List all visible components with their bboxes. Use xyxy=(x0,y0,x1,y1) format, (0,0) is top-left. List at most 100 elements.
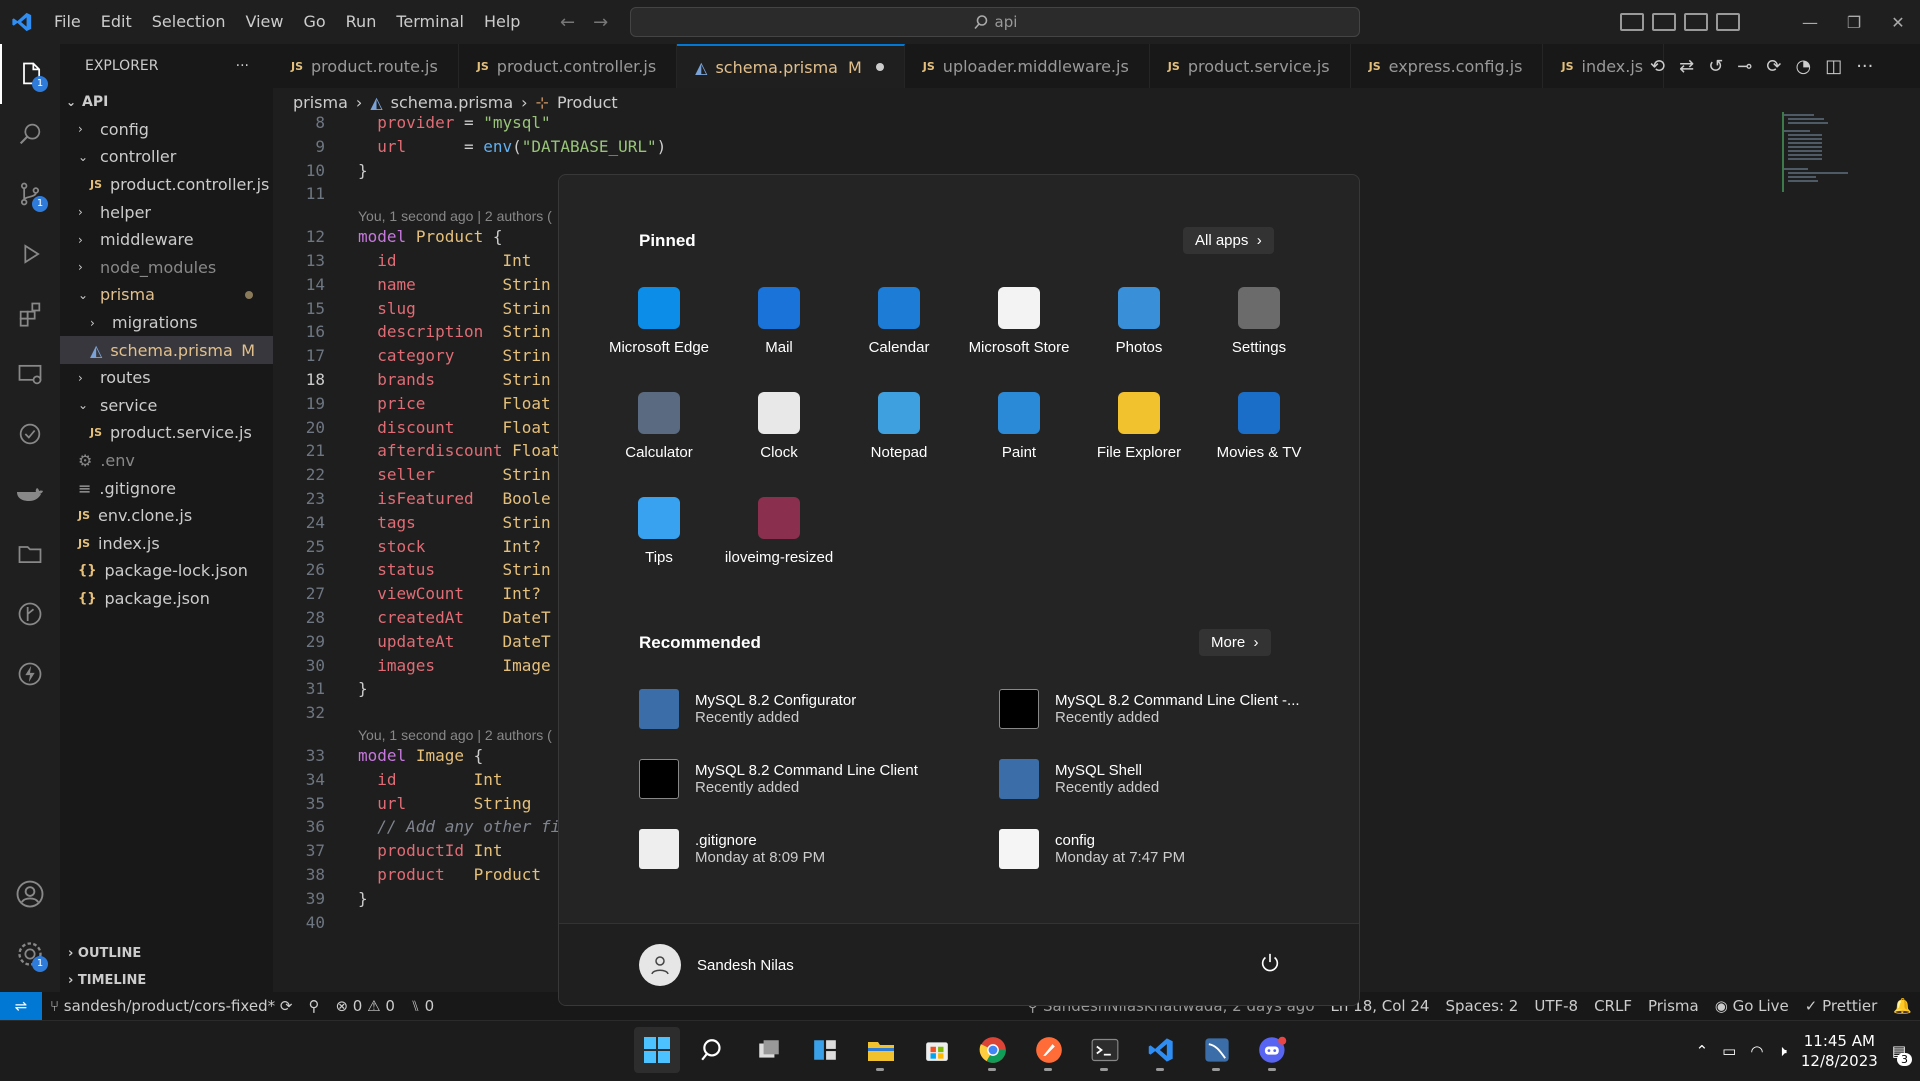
menu-item-file[interactable]: File xyxy=(44,0,91,44)
run-debug-icon[interactable] xyxy=(0,224,60,284)
minimap[interactable] xyxy=(1782,112,1872,192)
minimize-icon[interactable]: — xyxy=(1788,13,1832,32)
volume-muted-icon[interactable]: 🕨 xyxy=(1777,1042,1786,1060)
maximize-icon[interactable]: ❐ xyxy=(1832,13,1876,32)
pinned-app[interactable]: Clock xyxy=(719,392,839,461)
split-editor-icon[interactable]: ◫ xyxy=(1825,56,1842,77)
timeline-section[interactable]: › TIMELINE xyxy=(60,967,273,994)
manage-gear-icon[interactable]: 1 xyxy=(0,924,60,984)
toggle-primary-sidebar-icon[interactable] xyxy=(1620,13,1644,31)
tree-file[interactable]: JS index.js xyxy=(60,530,273,558)
prettier-status[interactable]: ✓ Prettier xyxy=(1797,997,1886,1015)
pinned-app[interactable]: Microsoft Store xyxy=(959,287,1079,356)
tab-index-js[interactable]: JS index.js xyxy=(1543,44,1665,88)
extensions-icon[interactable] xyxy=(0,284,60,344)
breadcrumb-item[interactable]: prisma xyxy=(293,93,348,112)
toggle-panel-icon[interactable] xyxy=(1652,13,1676,31)
pinned-app[interactable]: Calculator xyxy=(599,392,719,461)
tree-file[interactable]: ⚙ .env xyxy=(60,447,273,475)
menu-item-selection[interactable]: Selection xyxy=(142,0,236,44)
code-lens-blame[interactable]: You, 1 second ago | 2 authors ( xyxy=(358,208,552,224)
tree-folder[interactable]: › config xyxy=(60,116,273,144)
postman-icon[interactable] xyxy=(1026,1027,1072,1073)
unsaved-dot-icon[interactable] xyxy=(875,63,884,71)
explorer-icon[interactable]: 1 xyxy=(0,44,60,104)
recommended-item[interactable]: MySQL Shell Recently added xyxy=(999,759,1159,799)
tab-product-controller-js[interactable]: JS product.controller.js xyxy=(459,44,678,88)
pinned-app[interactable]: Tips xyxy=(599,497,719,566)
menu-item-help[interactable]: Help xyxy=(474,0,530,44)
mysql-workbench-icon[interactable] xyxy=(1194,1027,1240,1073)
tree-folder[interactable]: › migrations xyxy=(60,309,273,337)
menu-item-go[interactable]: Go xyxy=(293,0,335,44)
more-actions-icon[interactable]: ··· xyxy=(236,58,249,74)
accounts-icon[interactable] xyxy=(0,864,60,924)
testing-icon[interactable] xyxy=(0,404,60,464)
menu-item-view[interactable]: View xyxy=(236,0,294,44)
pinned-app[interactable]: Movies & TV xyxy=(1199,392,1319,461)
tab-product-service-js[interactable]: JS product.service.js xyxy=(1150,44,1351,88)
recommended-item[interactable]: MySQL 8.2 Command Line Client Recently ad… xyxy=(639,759,918,799)
menu-item-edit[interactable]: Edit xyxy=(91,0,142,44)
indentation[interactable]: Spaces: 2 xyxy=(1437,997,1526,1015)
pinned-app[interactable]: File Explorer xyxy=(1079,392,1199,461)
wifi-icon[interactable]: ◠ xyxy=(1750,1042,1763,1060)
widgets-icon[interactable] xyxy=(802,1027,848,1073)
tree-file[interactable]: ◭ schema.prisma M xyxy=(60,336,273,364)
tree-file[interactable]: JS env.clone.js xyxy=(60,502,273,530)
tab-product-route-js[interactable]: JS product.route.js xyxy=(273,44,459,88)
terminal-icon[interactable] xyxy=(1082,1027,1128,1073)
pinned-app[interactable]: Mail xyxy=(719,287,839,356)
notifications-bell-icon[interactable]: 🔔 xyxy=(1885,997,1920,1015)
tree-file[interactable]: {} package.json xyxy=(60,585,273,613)
pinned-app[interactable]: iloveimg-resized xyxy=(719,497,839,566)
code-lens-blame[interactable]: You, 1 second ago | 2 authors ( xyxy=(358,727,552,743)
recommended-item[interactable]: config Monday at 7:47 PM xyxy=(999,829,1185,869)
all-apps-button[interactable]: All apps › xyxy=(1183,227,1274,254)
problems-indicator[interactable]: ⊗ 0 ⚠ 0 xyxy=(327,997,402,1015)
notification-center-icon[interactable]: ▤ 3 xyxy=(1892,1042,1912,1066)
recommended-item[interactable]: MySQL 8.2 Configurator Recently added xyxy=(639,689,856,729)
vscode-icon[interactable] xyxy=(1138,1027,1184,1073)
tree-folder[interactable]: › node_modules xyxy=(60,254,273,282)
clock[interactable]: 11:45 AM 12/8/2023 xyxy=(1801,1031,1878,1071)
file-explorer-icon[interactable] xyxy=(858,1027,904,1073)
tab-uploader-middleware-js[interactable]: JS uploader.middleware.js xyxy=(905,44,1150,88)
go-back-change-icon[interactable]: ↺ xyxy=(1708,56,1723,77)
pinned-app[interactable]: Paint xyxy=(959,392,1079,461)
search-icon[interactable] xyxy=(690,1027,736,1073)
remote-indicator-icon[interactable]: ⇌ xyxy=(0,992,42,1020)
debug-status-icon[interactable]: ⚲ xyxy=(300,997,327,1015)
battery-icon[interactable]: ▭ xyxy=(1722,1042,1736,1060)
go-live-button[interactable]: ◉ Go Live xyxy=(1707,997,1797,1015)
chrome-icon[interactable] xyxy=(970,1027,1016,1073)
compare-changes-icon[interactable]: ⇄ xyxy=(1679,56,1694,77)
close-icon[interactable]: ✕ xyxy=(1876,13,1920,32)
tree-folder[interactable]: ⌄ prisma xyxy=(60,281,273,309)
menu-item-terminal[interactable]: Terminal xyxy=(386,0,474,44)
git-lens-icon[interactable]: ◔ xyxy=(1795,56,1811,77)
more-button[interactable]: More › xyxy=(1199,629,1271,656)
forward-arrow-icon[interactable]: → xyxy=(593,12,608,33)
more-actions-icon[interactable]: ··· xyxy=(1856,56,1873,77)
encoding[interactable]: UTF-8 xyxy=(1526,997,1586,1015)
pinned-app[interactable]: Settings xyxy=(1199,287,1319,356)
language-mode[interactable]: Prisma xyxy=(1640,997,1707,1015)
git-branch[interactable]: ⑂ sandesh/product/cors-fixed* ⟳ xyxy=(42,997,300,1015)
chevron-up-icon[interactable]: ⌃ xyxy=(1696,1042,1709,1060)
tab-schema-prisma[interactable]: ◭ schema.prisma M xyxy=(677,44,905,88)
tree-folder[interactable]: › helper xyxy=(60,198,273,226)
source-control-icon[interactable]: 1 xyxy=(0,164,60,224)
pinned-app[interactable]: Microsoft Edge xyxy=(599,287,719,356)
pinned-app[interactable]: Notepad xyxy=(839,392,959,461)
menu-item-run[interactable]: Run xyxy=(336,0,387,44)
timeline-history-icon[interactable]: ⟲ xyxy=(1650,56,1665,77)
tree-file[interactable]: {} package-lock.json xyxy=(60,557,273,585)
commit-icon[interactable]: ⊸ xyxy=(1737,56,1752,77)
tree-root[interactable]: ⌄ API xyxy=(60,88,273,116)
start-icon[interactable] xyxy=(634,1027,680,1073)
task-view-icon[interactable] xyxy=(746,1027,792,1073)
next-change-icon[interactable]: ⟳ xyxy=(1766,56,1781,77)
docker-icon[interactable] xyxy=(0,464,60,524)
remote-explorer-icon[interactable] xyxy=(0,344,60,404)
